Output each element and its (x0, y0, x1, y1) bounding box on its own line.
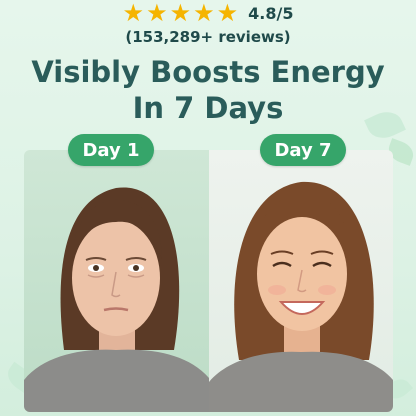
star-icon: ★ (216, 0, 239, 27)
star-icon: ★ (122, 0, 145, 27)
headline-line-2: In 7 Days (132, 91, 284, 125)
day-1-badge: Day 1 (68, 134, 154, 166)
star-icon: ★ (169, 0, 192, 27)
star-icon: ★ (146, 0, 168, 27)
headline-line-1: Visibly Boosts Energy (31, 55, 385, 89)
smiling-face-illustration (209, 181, 393, 412)
before-photo (24, 150, 209, 412)
rating-row: ★ ★ ★ ★ ★ 4.8/5 (0, 0, 416, 27)
tired-face-illustration (24, 187, 209, 412)
star-icon: ★ (193, 0, 215, 27)
after-photo (209, 150, 393, 412)
rating-value: 4.8/5 (248, 3, 294, 23)
day-7-badge: Day 7 (260, 134, 346, 166)
headline: Visibly Boosts Energy In 7 Days (0, 54, 416, 126)
review-count: (153,289+ reviews) (125, 28, 291, 46)
